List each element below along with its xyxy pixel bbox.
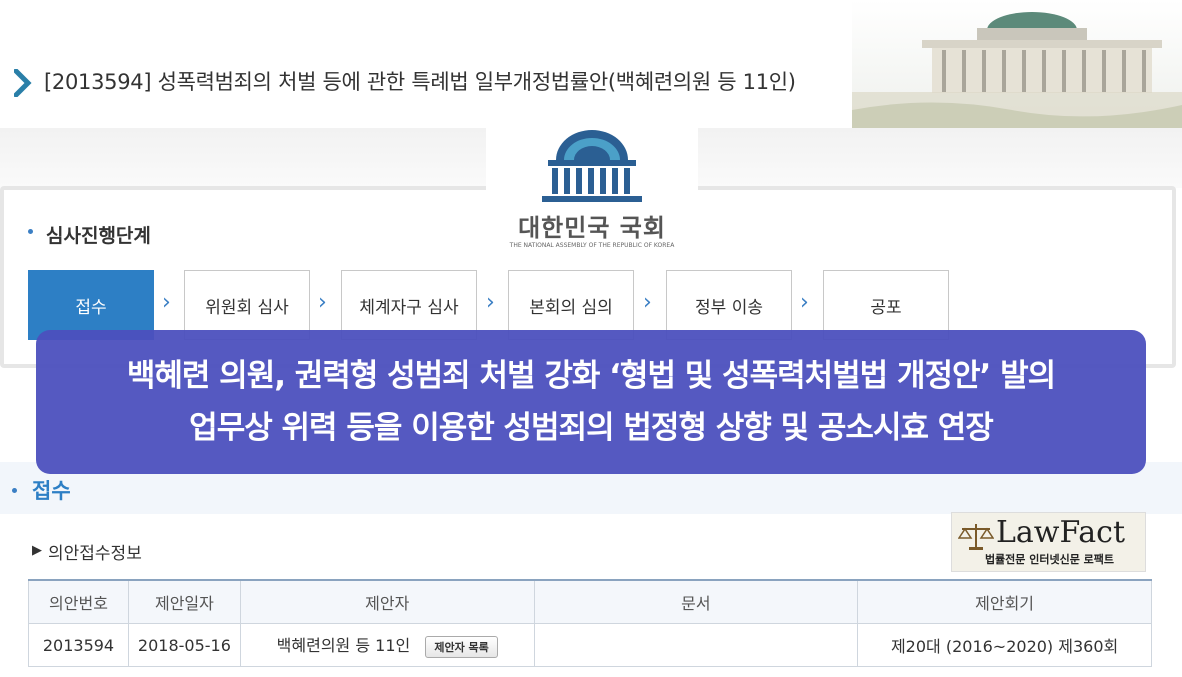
triangle-right-icon: ▶ xyxy=(32,543,42,558)
headline-line-2: 업무상 위력 등을 이용한 성범죄의 법정형 상향 및 공소시효 연장 xyxy=(189,410,994,446)
scales-of-justice-icon xyxy=(958,524,994,550)
bill-header: [2013594] 성폭력범죄의 처벌 등에 관한 특례법 일부개정법률안(백혜… xyxy=(0,0,1182,130)
column-header: 의안번호 xyxy=(28,579,129,624)
proposer-list-button[interactable]: 제안자 목록 xyxy=(425,635,498,658)
bill-info-table: 의안번호 제안일자 제안자 문서 제안회기 2013594 2018-05-16… xyxy=(28,579,1152,667)
step-arrow-icon: › xyxy=(162,290,171,315)
step-arrow-icon: › xyxy=(800,290,809,315)
chevron-right-icon xyxy=(14,69,32,97)
bullet-icon xyxy=(12,488,17,493)
proposal-date-cell: 2018-05-16 xyxy=(127,623,241,667)
bullet-icon xyxy=(28,229,33,234)
column-header: 제안자 xyxy=(239,579,535,624)
assembly-emblem-icon xyxy=(542,130,642,202)
assembly-logo: 대한민국 국회 THE NATIONAL ASSEMBLY OF THE REP… xyxy=(486,120,698,270)
headline-line-1: 백혜련 의원, 권력형 성범죄 처벌 강화 ‘형법 및 성폭력처벌법 개정안’ … xyxy=(126,358,1056,394)
stage-section-label: 심사진행단계 xyxy=(46,225,151,247)
session-cell: 제20대 (2016~2020) 제360회 xyxy=(857,623,1152,667)
column-header: 제안회기 xyxy=(857,579,1152,624)
step-arrow-icon: › xyxy=(486,290,495,315)
assembly-building-image xyxy=(852,0,1182,130)
step-arrow-icon: › xyxy=(643,290,652,315)
table-row: 2013594 2018-05-16 백혜련의원 등 11인 제안자 목록 제2… xyxy=(28,623,1152,667)
lawfact-name: LawFact xyxy=(996,515,1126,550)
column-header: 문서 xyxy=(533,579,859,624)
bill-title: [2013594] 성폭력범죄의 처벌 등에 관한 특례법 일부개정법률안(백혜… xyxy=(44,70,796,94)
table-header-row: 의안번호 제안일자 제안자 문서 제안회기 xyxy=(28,579,1152,624)
assembly-logo-name: 대한민국 국회 xyxy=(518,214,666,242)
bill-number-cell: 2013594 xyxy=(28,623,129,667)
receipt-section-title: 접수 xyxy=(32,479,71,503)
column-header: 제안일자 xyxy=(127,579,241,624)
proposer-cell: 백혜련의원 등 11인 제안자 목록 xyxy=(239,623,535,667)
assembly-logo-subtitle: THE NATIONAL ASSEMBLY OF THE REPUBLIC OF… xyxy=(509,242,675,249)
step-arrow-icon: › xyxy=(318,290,327,315)
document-cell[interactable] xyxy=(533,623,859,667)
lawfact-logo: LawFact 법률전문 인터넷신문 로팩트 xyxy=(951,512,1146,572)
headline-banner: 백혜련 의원, 권력형 성범죄 처벌 강화 ‘형법 및 성폭력처벌법 개정안’ … xyxy=(36,330,1146,474)
proposer-text: 백혜련의원 등 11인 xyxy=(276,636,411,656)
bill-info-title: 의안접수정보 xyxy=(48,544,142,564)
lawfact-subtitle: 법률전문 인터넷신문 로팩트 xyxy=(984,553,1115,566)
